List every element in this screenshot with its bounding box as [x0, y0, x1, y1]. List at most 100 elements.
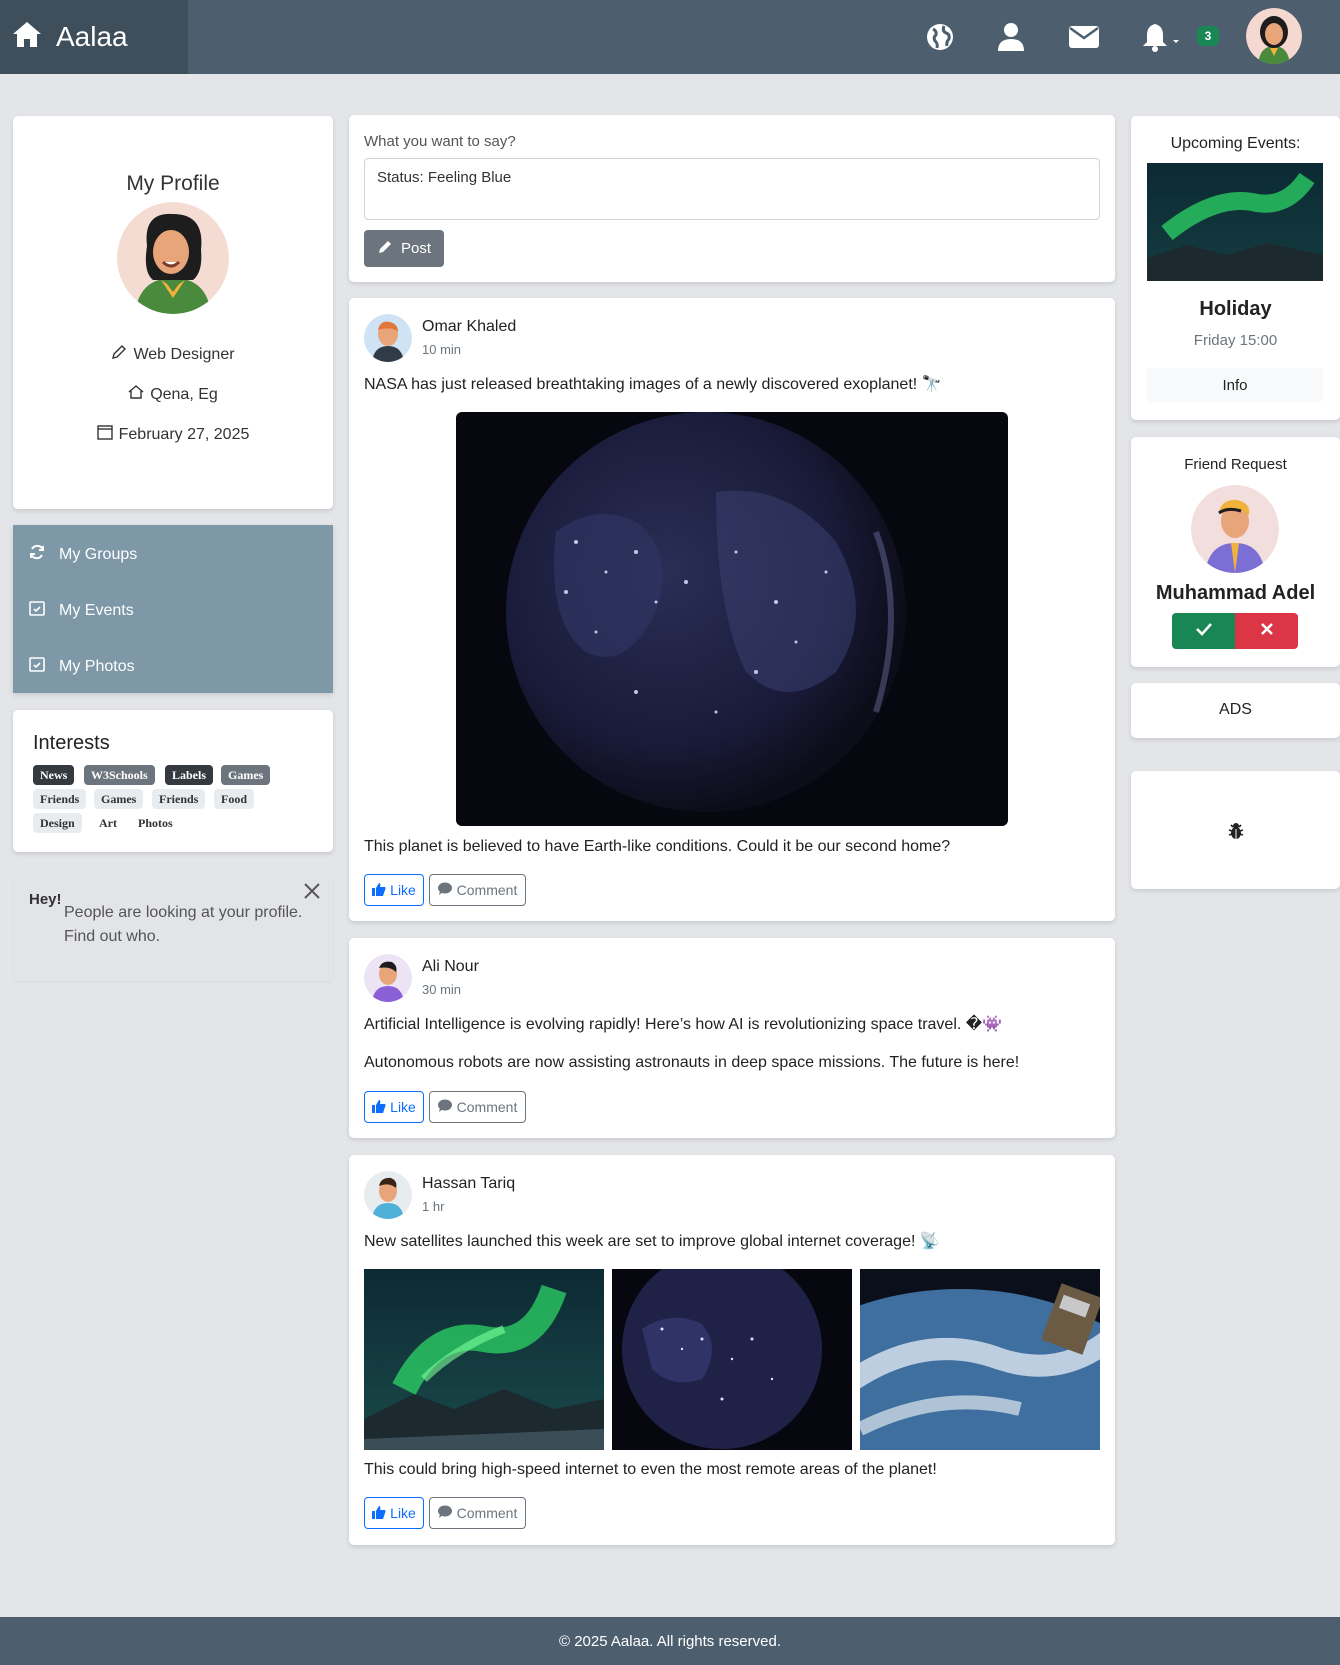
post-image-satellite[interactable]: [860, 1269, 1100, 1450]
refresh-icon: [29, 544, 45, 565]
notification-badge: 3: [1197, 26, 1219, 46]
calendar-check-icon: [29, 656, 45, 677]
tag-friends-light[interactable]: Friends: [152, 789, 206, 809]
bell-icon[interactable]: [1138, 20, 1186, 54]
friend-avatar[interactable]: [1191, 485, 1279, 573]
alert-line2[interactable]: Find out who.: [64, 928, 160, 946]
profile-job-text: Web Designer: [133, 345, 235, 363]
tag-news[interactable]: News: [33, 765, 75, 785]
tag-labels[interactable]: Labels: [165, 765, 214, 785]
ads-card[interactable]: ADS: [1131, 683, 1340, 738]
post-image-earth[interactable]: [456, 412, 1008, 826]
alert-title: Hey!: [29, 891, 62, 908]
post-image-aurora[interactable]: [364, 1269, 604, 1450]
brand[interactable]: Aalaa: [0, 0, 188, 74]
avatar[interactable]: [1246, 8, 1302, 64]
comment-icon: [437, 1505, 452, 1521]
post-text: NASA has just released breathtaking imag…: [364, 376, 942, 393]
globe-icon[interactable]: [923, 20, 957, 54]
like-button[interactable]: Like: [364, 1091, 424, 1123]
composer-card: What you want to say? Status: Feeling Bl…: [349, 115, 1115, 282]
menu-item-label: My Groups: [59, 545, 138, 563]
envelope-icon[interactable]: [1067, 20, 1101, 54]
tag-w3schools[interactable]: W3Schools: [84, 765, 155, 785]
post-caption: Autonomous robots are now assisting astr…: [364, 1054, 1020, 1071]
side-menu: My Groups My Events My Photos: [13, 525, 333, 693]
accept-button[interactable]: [1172, 613, 1235, 649]
footer-text: © 2025 Aalaa. All rights reserved.: [558, 1632, 781, 1650]
comment-button[interactable]: Comment: [429, 874, 526, 906]
thumbs-up-icon: [372, 1505, 386, 1522]
home-icon: [12, 20, 42, 55]
menu-item-events[interactable]: My Events: [29, 600, 134, 621]
post-time: 1 hr: [422, 1199, 445, 1214]
post-button-label: Post: [400, 240, 431, 257]
profile-job: Web Designer: [13, 344, 333, 365]
post-text: Artificial Intelligence is evolving rapi…: [364, 1016, 1003, 1033]
tag-games[interactable]: Games: [221, 765, 271, 785]
author-name[interactable]: Ali Nour: [422, 958, 479, 976]
tag-friends[interactable]: Friends: [33, 789, 87, 809]
menu-item-groups[interactable]: My Groups: [29, 544, 137, 565]
profile-avatar: [117, 202, 229, 314]
author-avatar[interactable]: [364, 954, 412, 1002]
profile-views-alert: Hey! People are looking at your profile.…: [13, 871, 333, 981]
like-button[interactable]: Like: [364, 1497, 424, 1529]
ads-label: ADS: [1219, 701, 1252, 718]
info-button[interactable]: Info: [1147, 368, 1323, 402]
bug-card: [1131, 771, 1340, 889]
like-label: Like: [390, 1099, 416, 1115]
comment-label: Comment: [456, 1505, 518, 1521]
comment-button[interactable]: Comment: [429, 1497, 526, 1529]
comment-icon: [437, 1099, 452, 1115]
decline-button[interactable]: [1235, 613, 1298, 649]
comment-icon: [437, 882, 452, 898]
tag-food[interactable]: Food: [214, 789, 255, 809]
user-icon[interactable]: [994, 20, 1028, 54]
status-textarea[interactable]: Status: Feeling Blue: [364, 158, 1100, 220]
friend-name: Muhammad Adel: [1155, 582, 1316, 604]
profile-card: My Profile Web Designer Qena, Eg Februar…: [13, 116, 333, 509]
tag-art[interactable]: Art: [92, 813, 124, 833]
close-icon[interactable]: [302, 881, 322, 906]
event-name: Holiday: [1199, 298, 1272, 320]
house-icon: [128, 384, 144, 405]
interests-card: Interests News W3Schools Labels Games Fr…: [13, 710, 333, 852]
like-button[interactable]: Like: [364, 874, 424, 906]
profile-date-text: February 27, 2025: [118, 425, 250, 443]
author-name[interactable]: Omar Khaled: [422, 318, 516, 336]
event-image[interactable]: [1147, 163, 1323, 281]
post-card: Ali Nour 30 min Artificial Intelligence …: [349, 938, 1115, 1138]
friend-request-card: Friend Request Muhammad Adel: [1131, 437, 1340, 667]
post-button[interactable]: Post: [364, 230, 444, 267]
thumbs-up-icon: [372, 882, 386, 899]
author-avatar[interactable]: [364, 314, 412, 362]
author-name[interactable]: Hassan Tariq: [422, 1175, 515, 1193]
post-time: 30 min: [422, 982, 462, 997]
profile-location: Qena, Eg: [13, 384, 333, 405]
author-avatar[interactable]: [364, 1171, 412, 1219]
menu-item-photos[interactable]: My Photos: [29, 656, 135, 677]
page-title: My Profile: [126, 172, 220, 195]
tag-games-light[interactable]: Games: [94, 789, 144, 809]
events-card: Upcoming Events: Holiday Friday 15:00 In…: [1131, 116, 1340, 420]
calendar-check-icon: [29, 600, 45, 621]
navbar: Aalaa 3: [0, 0, 1340, 74]
brand-name: Aalaa: [56, 21, 128, 52]
friend-request-title: Friend Request: [1184, 456, 1287, 473]
bug-icon[interactable]: [1227, 822, 1245, 845]
tag-design[interactable]: Design: [33, 813, 82, 833]
close-icon: [1260, 622, 1273, 640]
calendar-icon: [96, 424, 113, 445]
footer: © 2025 Aalaa. All rights reserved.: [0, 1617, 1340, 1665]
like-label: Like: [390, 882, 416, 898]
comment-label: Comment: [456, 882, 518, 898]
composer-label: What you want to say?: [364, 133, 516, 150]
event-time: Friday 15:00: [1193, 332, 1278, 349]
events-title: Upcoming Events:: [1170, 135, 1301, 152]
post-text: New satellites launched this week are se…: [364, 1233, 940, 1250]
tag-photos[interactable]: Photos: [131, 813, 180, 833]
post-image-earth-night[interactable]: [612, 1269, 852, 1450]
comment-button[interactable]: Comment: [429, 1091, 526, 1123]
post-time: 10 min: [422, 342, 462, 357]
